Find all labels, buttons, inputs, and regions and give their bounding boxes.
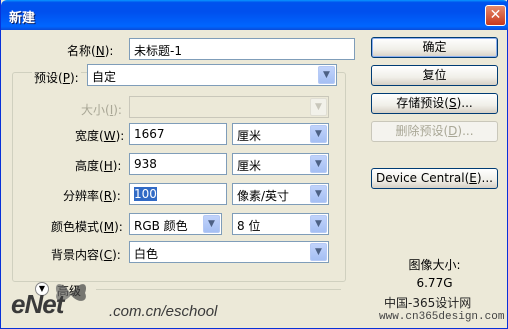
device-central-button[interactable]: Device Central(E)... [371, 168, 498, 189]
image-size-label: 图像大小: [408, 258, 461, 272]
watermark-logo: eNet .com.cn/eschool [11, 281, 341, 327]
width-label: 宽度(W): [75, 129, 125, 143]
chevron-down-icon: ▼ [318, 66, 335, 84]
resolution-label: 分辨率(R): [63, 189, 121, 203]
background-select[interactable]: 白色 ▼ [129, 241, 329, 263]
resolution-unit-select[interactable]: 像素/英寸 ▼ [232, 183, 329, 205]
preset-select[interactable]: 自定 ▼ [87, 64, 337, 86]
color-mode-select[interactable]: RGB 颜色 ▼ [129, 213, 222, 235]
preset-label: 预设(P): [32, 69, 81, 86]
size-select[interactable]: ▼ [129, 96, 329, 118]
close-icon: ✕ [489, 7, 502, 23]
chevron-down-icon: ▼ [310, 243, 327, 261]
chevron-down-icon: ▼ [310, 155, 327, 173]
watermark-site: www.cn365design.com [379, 311, 505, 323]
color-mode-label: 颜色模式(M): [51, 220, 123, 234]
height-label: 高度(H): [75, 159, 122, 173]
delete-preset-button[interactable]: 删除预设(D)... [371, 121, 498, 142]
width-input[interactable]: 1667 [129, 123, 227, 145]
reset-button[interactable]: 复位 [371, 65, 498, 86]
width-unit-select[interactable]: 厘米 ▼ [232, 123, 329, 145]
dialog-title: 新建 [9, 11, 36, 26]
bit-depth-select[interactable]: 8 位 ▼ [232, 213, 329, 235]
image-size-value: 6.77G [416, 276, 453, 290]
close-button[interactable]: ✕ [485, 5, 506, 26]
height-unit-select[interactable]: 厘米 ▼ [232, 153, 329, 175]
height-input[interactable]: 938 [129, 153, 227, 175]
resolution-input[interactable]: 100 [129, 183, 227, 205]
ok-button[interactable]: 确定 [371, 37, 498, 58]
new-document-dialog: 新建 ✕ 名称(N): 未标题-1 预设(P): 自定 ▼ 大小(I): ▼ 宽度… [0, 0, 508, 329]
chevron-down-icon: ▼ [203, 215, 220, 233]
chevron-down-icon: ▼ [310, 185, 327, 203]
background-label: 背景内容(C): [51, 248, 121, 262]
watermark-url: .com.cn/eschool [109, 303, 218, 320]
title-bar[interactable]: 新建 ✕ [1, 0, 508, 30]
save-preset-button[interactable]: 存储预设(S)... [371, 93, 498, 114]
watermark-cn: 中国-365设计网 [384, 296, 472, 310]
size-label: 大小(I): [81, 103, 122, 117]
name-label: 名称(N): [67, 44, 114, 58]
chevron-down-icon: ▼ [310, 98, 327, 116]
watermark-brand: eNet [11, 289, 64, 319]
chevron-down-icon: ▼ [310, 125, 327, 143]
chevron-down-icon: ▼ [310, 215, 327, 233]
name-input[interactable]: 未标题-1 [129, 38, 355, 60]
